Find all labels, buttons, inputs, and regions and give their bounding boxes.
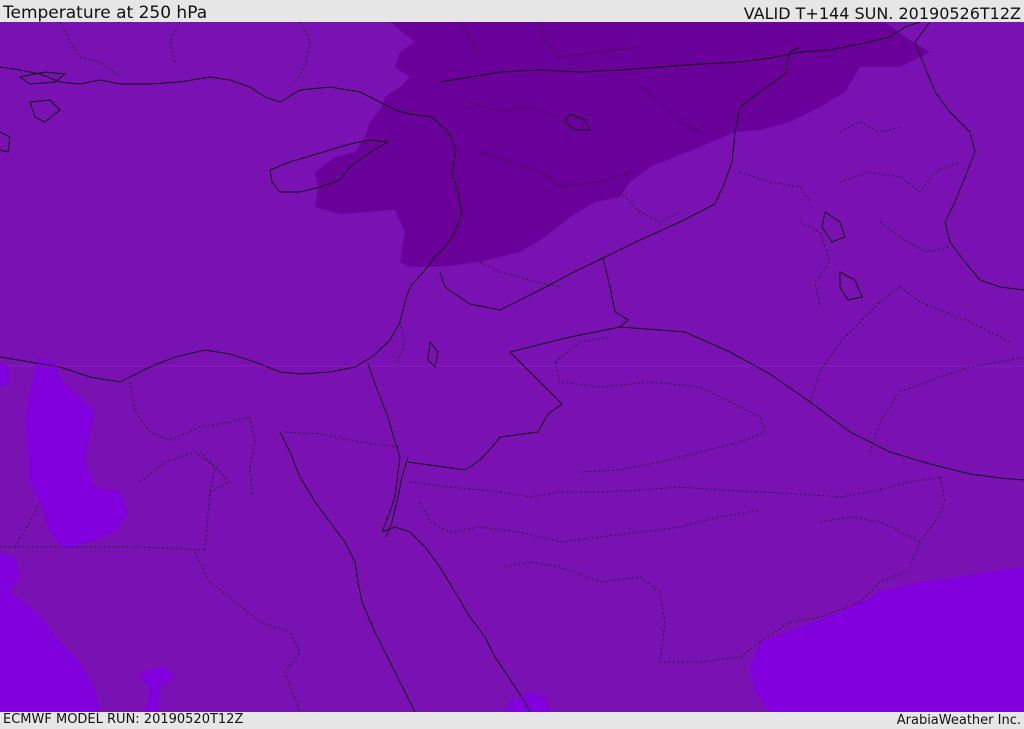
map-title: Temperature at 250 hPa — [3, 3, 208, 23]
map-canvas — [0, 22, 1024, 712]
weather-map — [0, 22, 1024, 712]
model-run: ECMWF MODEL RUN: 20190520T12Z — [3, 712, 244, 727]
map-footer: ECMWF MODEL RUN: 20190520T12Z ArabiaWeat… — [0, 712, 1024, 729]
map-header: Temperature at 250 hPa VALID T+144 SUN. … — [0, 0, 1024, 23]
valid-time: VALID T+144 SUN. 20190526T12Z — [743, 4, 1021, 23]
credit-label: ArabiaWeather Inc. — [896, 713, 1021, 728]
